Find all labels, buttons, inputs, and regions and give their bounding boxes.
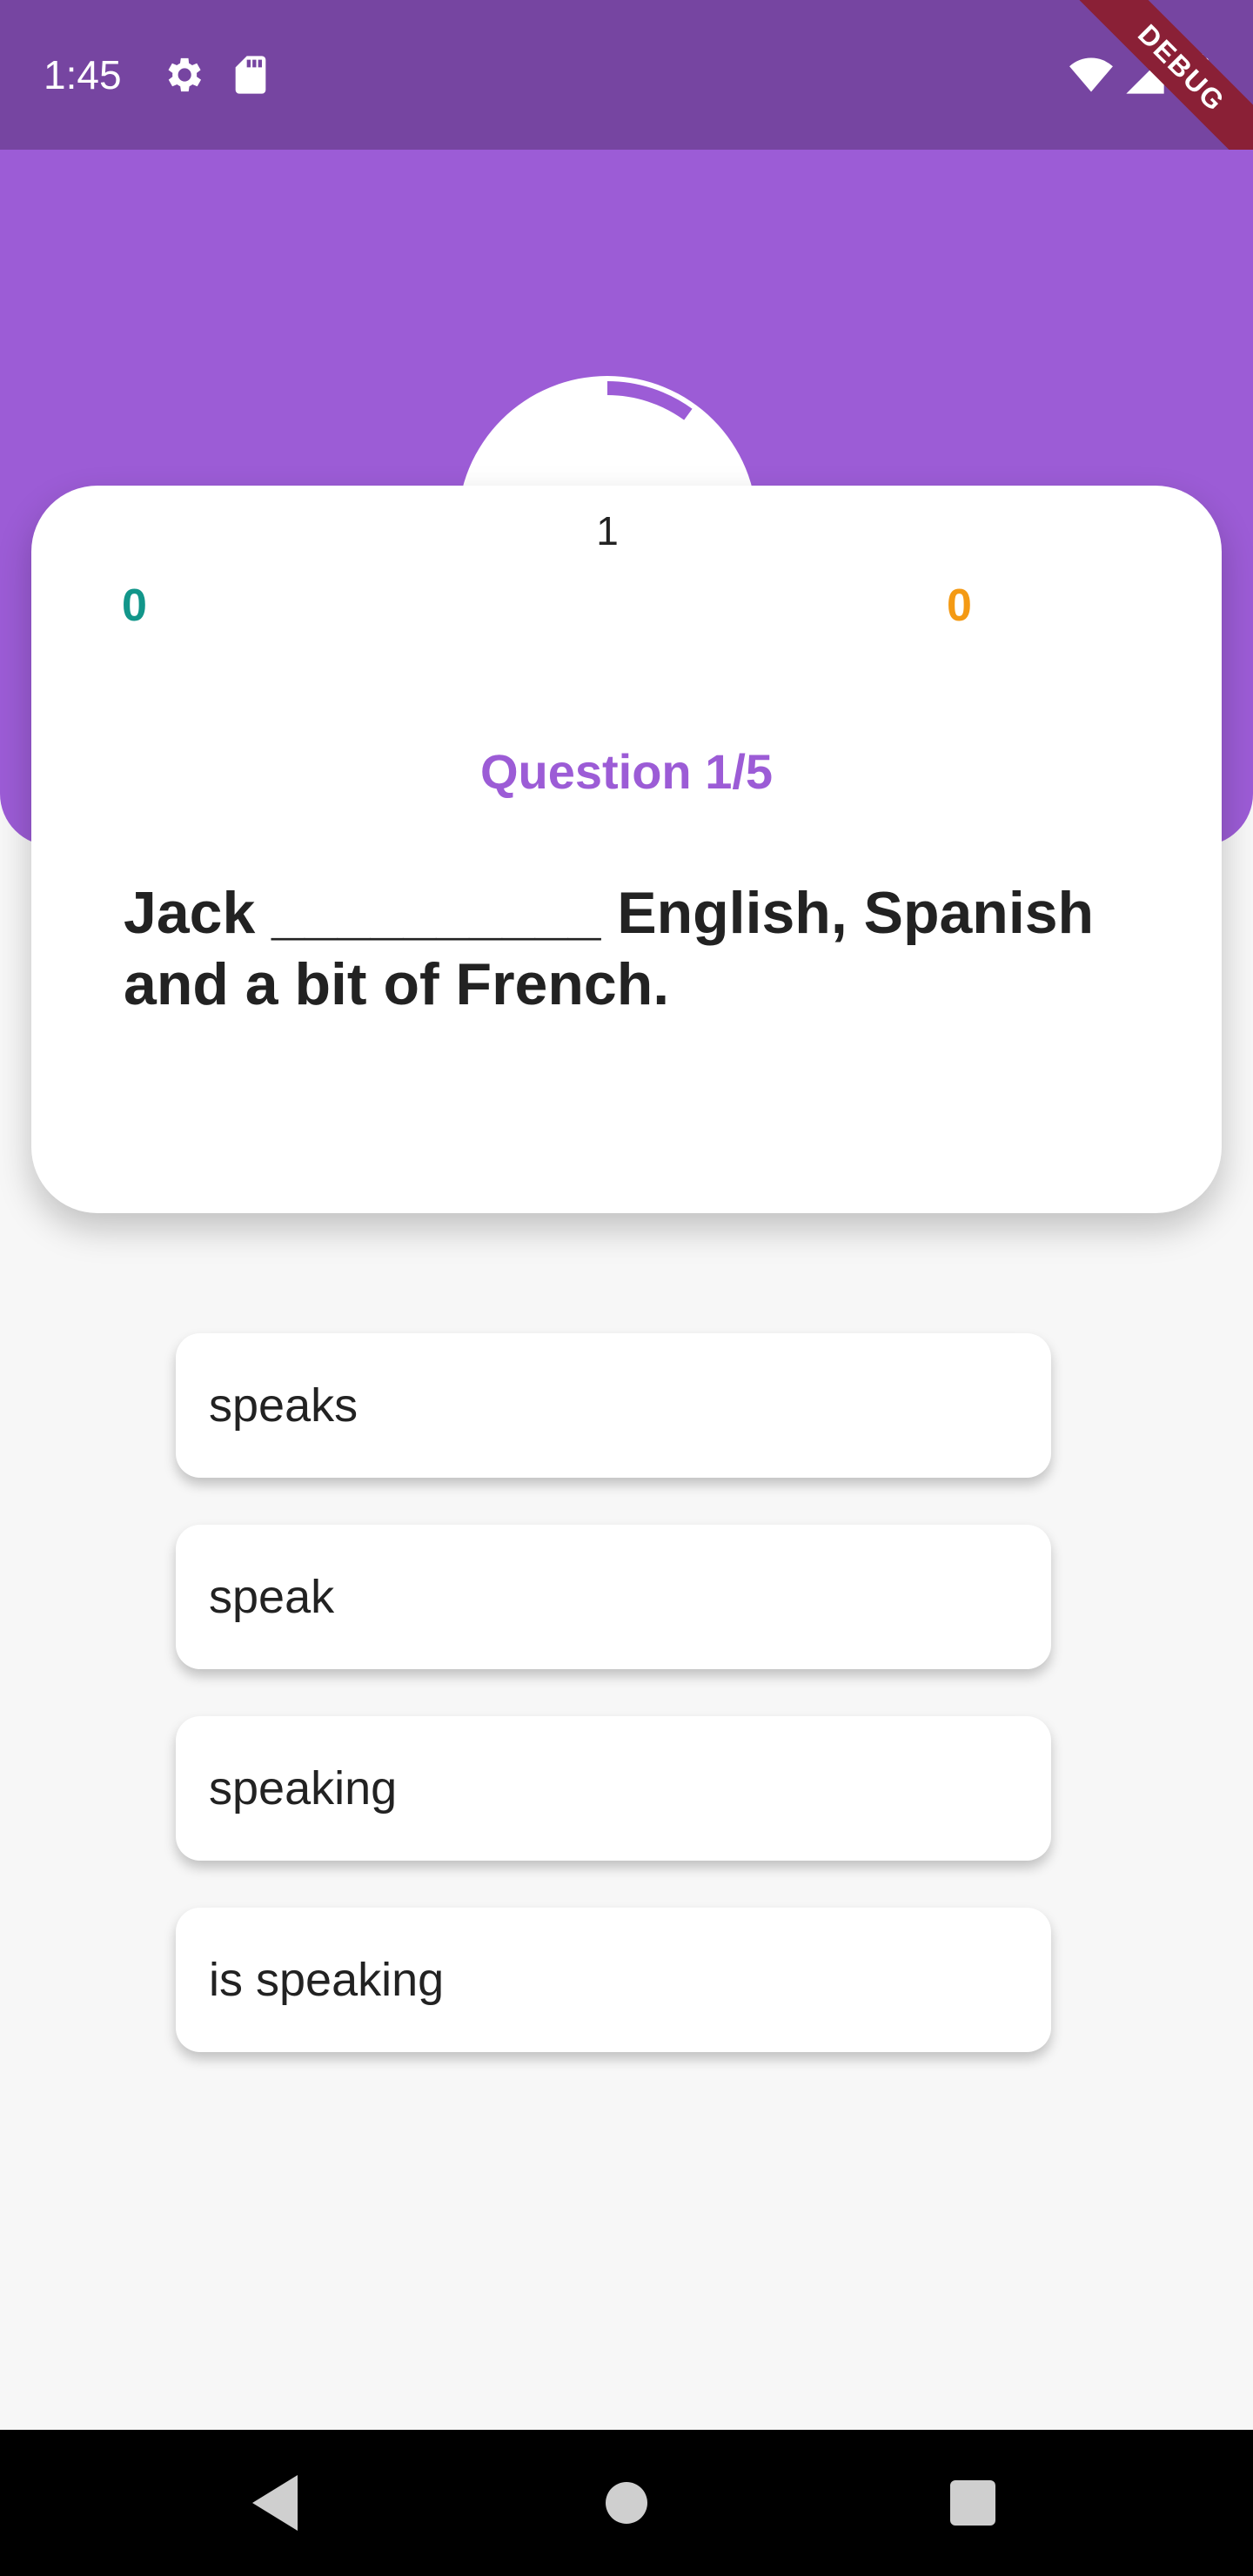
answer-option-speaking[interactable]: speaking — [176, 1716, 1051, 1861]
recents-icon[interactable] — [935, 2465, 1011, 2541]
question-card — [31, 486, 1222, 1213]
timer-value: 1 — [596, 508, 619, 553]
question-number: Question 1/5 — [479, 744, 774, 799]
wifi-icon — [1069, 57, 1113, 92]
question-text: Jack __________ English, Spanish and a b… — [124, 880, 1095, 1017]
navigation-bar — [0, 2430, 1253, 2576]
sd-card-icon — [235, 56, 266, 94]
answer-option-speak[interactable]: speak — [176, 1525, 1051, 1669]
answer-option-speaks[interactable]: speaks — [176, 1333, 1051, 1478]
gear-icon — [168, 57, 202, 92]
correct-score: 0 — [122, 580, 147, 631]
answer-option-is-speaking[interactable]: is speaking — [176, 1908, 1051, 2052]
wrong-score: 0 — [947, 580, 972, 631]
back-icon[interactable] — [238, 2465, 315, 2541]
status-time: 1:45 — [44, 52, 122, 97]
status-bar: 1:45 DEBUG — [0, 0, 1253, 184]
home-icon[interactable] — [588, 2465, 665, 2541]
